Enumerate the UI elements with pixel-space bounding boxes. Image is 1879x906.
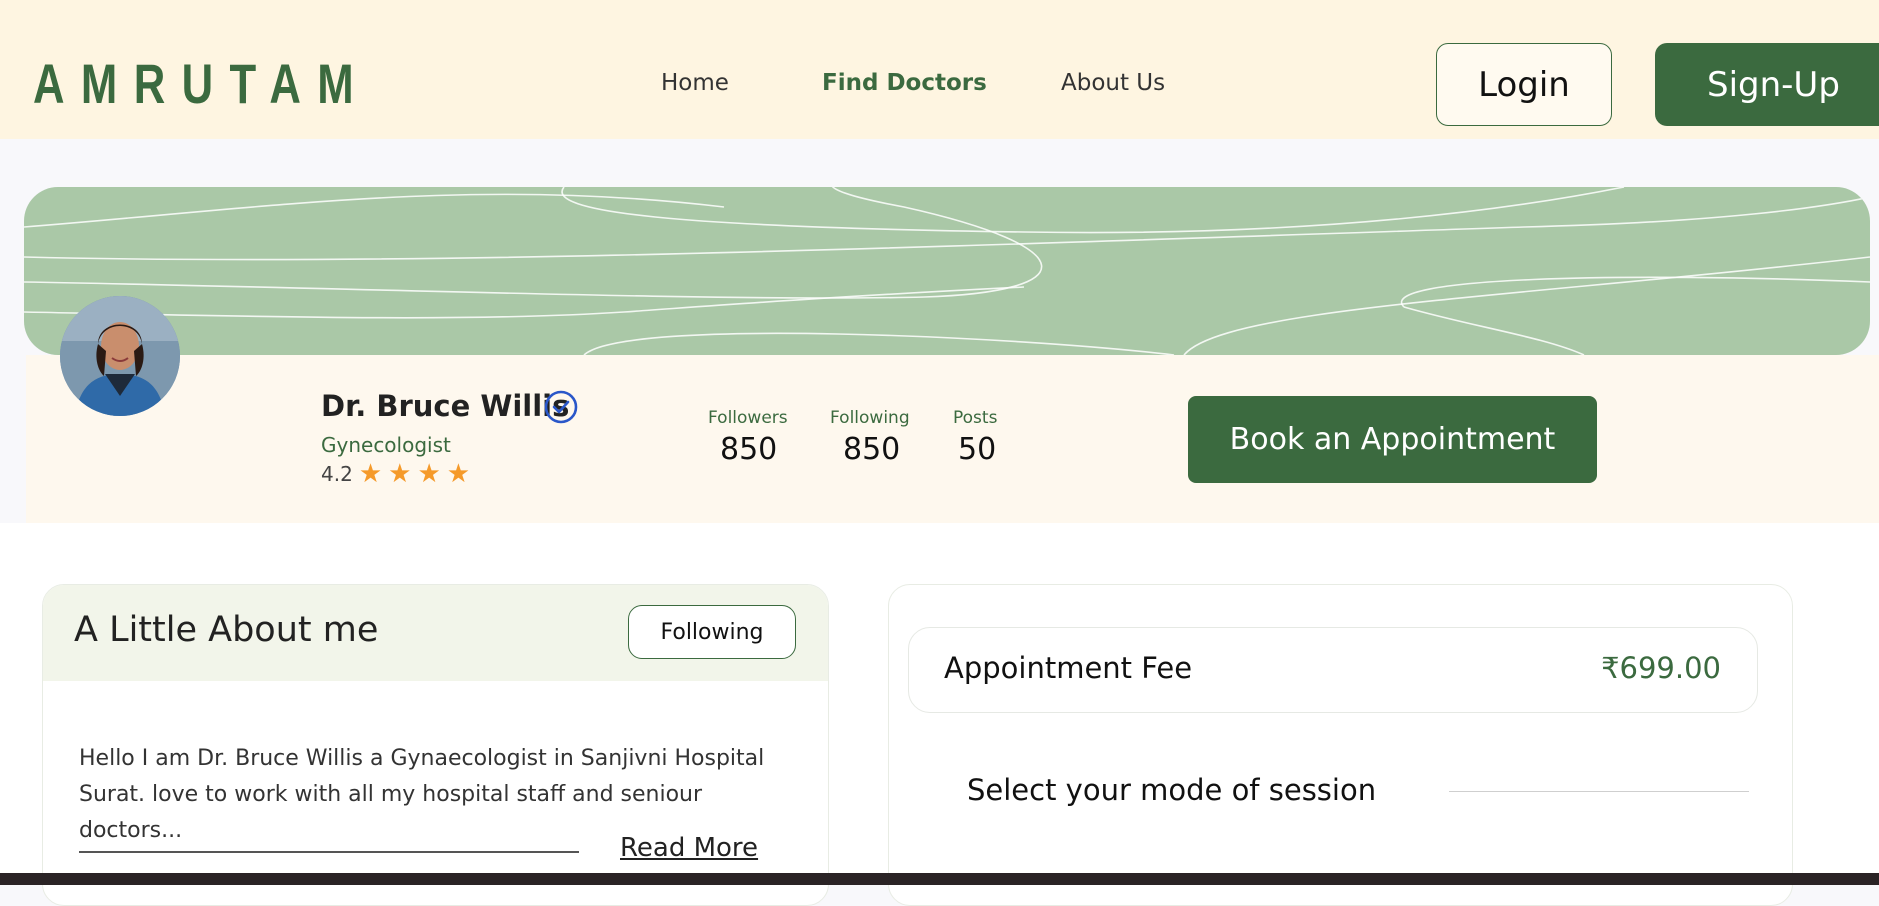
profile-info-strip (26, 355, 1879, 523)
signup-button[interactable]: Sign-Up (1655, 43, 1879, 126)
following-count: 850 (843, 432, 901, 467)
doctor-name: Dr. Bruce Willis (321, 389, 570, 423)
star-icon: ★ (388, 459, 412, 489)
following-button[interactable]: Following (628, 605, 796, 659)
nav-find-doctors[interactable]: Find Doctors (822, 70, 987, 96)
followers-count: 850 (720, 432, 778, 467)
nav-home[interactable]: Home (661, 70, 729, 96)
following-label: Following (830, 408, 910, 428)
session-divider (1449, 791, 1749, 792)
star-icon: ★ (446, 459, 471, 489)
about-card: A Little About me Following Hello I am D… (42, 584, 829, 906)
banner-wave-pattern (24, 187, 1870, 355)
doctor-specialty: Gynecologist (321, 433, 451, 457)
appointment-fee-label: Appointment Fee (944, 651, 1193, 685)
posts-count: 50 (958, 432, 997, 467)
book-appointment-button[interactable]: Book an Appointment (1188, 396, 1597, 483)
read-more-link[interactable]: Read More (620, 833, 758, 863)
followers-label: Followers (708, 408, 788, 428)
session-mode-label: Select your mode of session (967, 773, 1377, 807)
doctor-avatar (60, 296, 180, 416)
star-icon: ★ (417, 459, 441, 489)
doctor-rating: 4.2 ★ ★ ★ ★ (321, 459, 471, 489)
appointment-fee-box: Appointment Fee ₹699.00 (908, 627, 1758, 713)
star-icon: ★ (358, 459, 383, 489)
os-taskbar (0, 873, 1879, 885)
booking-card: Appointment Fee ₹699.00 Select your mode… (888, 584, 1793, 906)
nav-about-us[interactable]: About Us (1061, 70, 1165, 96)
about-title: A Little About me (74, 610, 379, 650)
profile-banner (24, 187, 1870, 355)
about-divider (79, 851, 579, 853)
login-button[interactable]: Login (1436, 43, 1612, 126)
brand-logo[interactable]: AMRUTAM (33, 52, 370, 116)
posts-label: Posts (953, 408, 998, 428)
about-card-header: A Little About me Following (43, 585, 828, 681)
site-header: AMRUTAM Home Find Doctors About Us Login… (0, 0, 1879, 139)
verified-badge-icon (544, 390, 578, 424)
rating-value: 4.2 (321, 462, 353, 486)
appointment-fee-value: ₹699.00 (1601, 651, 1721, 685)
